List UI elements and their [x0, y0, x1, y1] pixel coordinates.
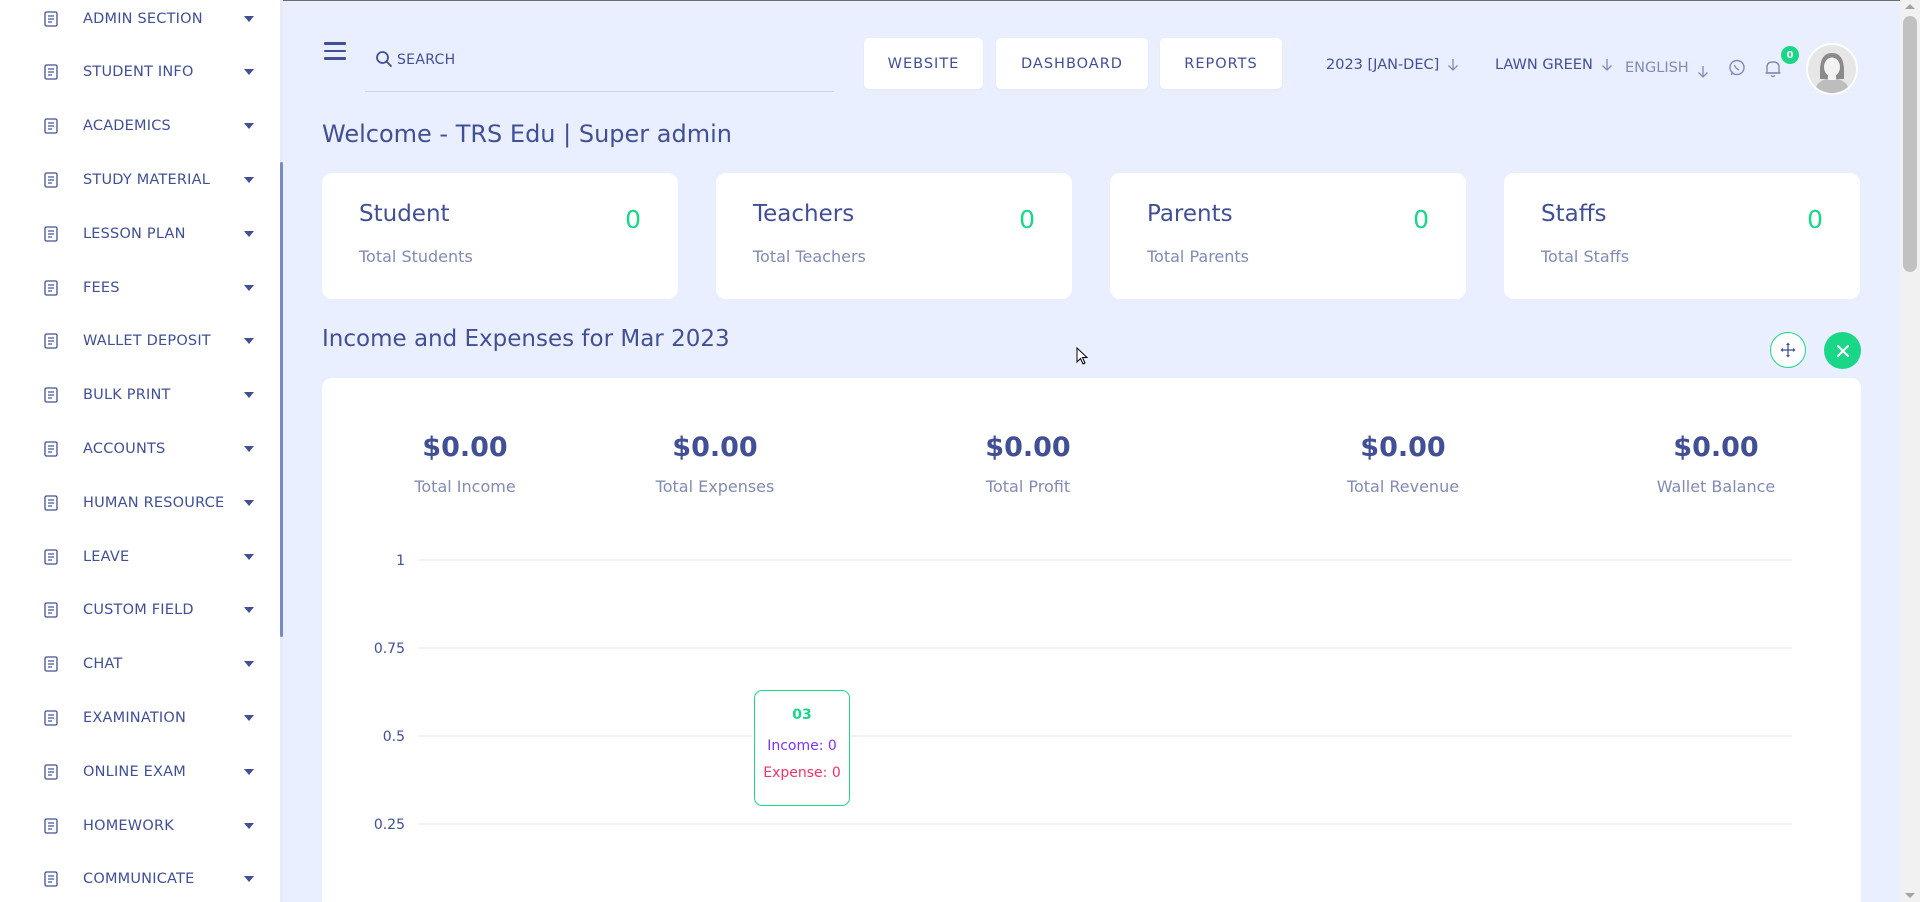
sidebar-item-study-material[interactable]: STUDY MATERIAL	[0, 153, 275, 206]
sidebar-item-bulk-print[interactable]: BULK PRINT	[0, 369, 275, 422]
scroll-up-icon[interactable]	[1905, 4, 1915, 9]
caret-down-icon	[244, 230, 254, 237]
caret-down-icon	[244, 338, 254, 345]
homework-icon	[41, 816, 61, 836]
caret-down-icon	[244, 714, 254, 721]
sidebar-item-label: WALLET DEPOSIT	[83, 333, 211, 350]
lesson-plan-icon	[41, 224, 61, 244]
sidebar-item-examination[interactable]: EXAMINATION	[0, 691, 275, 744]
sidebar-item-admin-section[interactable]: ADMIN SECTION	[0, 0, 275, 45]
sidebar-item-label: CUSTOM FIELD	[83, 602, 194, 619]
sidebar-item-label: EXAMINATION	[83, 709, 187, 726]
sidebar-item-online-exam[interactable]: ONLINE EXAM	[0, 745, 275, 798]
mouse-cursor-icon	[1076, 347, 1089, 365]
page-scrollbar[interactable]	[1900, 0, 1920, 902]
caret-down-icon	[244, 176, 254, 183]
sidebar-item-label: ACADEMICS	[83, 118, 171, 135]
student-icon	[41, 62, 61, 82]
sidebar-item-communicate[interactable]: COMMUNICATE	[0, 853, 275, 902]
page-scrollbar-thumb[interactable]	[1903, 16, 1917, 272]
sidebar-item-human-resource[interactable]: HUMAN RESOURCE	[0, 476, 275, 529]
human-resource-icon	[41, 493, 61, 513]
sidebar-item-custom-field[interactable]: CUSTOM FIELD	[0, 584, 275, 637]
sidebar-item-label: FEES	[83, 279, 120, 296]
sidebar-item-academics[interactable]: ACADEMICS	[0, 100, 275, 153]
caret-down-icon	[244, 768, 254, 775]
online-exam-icon	[41, 762, 61, 782]
sidebar-item-homework[interactable]: HOMEWORK	[0, 799, 275, 852]
sidebar-item-label: STUDY MATERIAL	[83, 171, 210, 188]
sidebar-item-accounts[interactable]: ACCOUNTS	[0, 422, 275, 475]
sidebar-item-label: LEAVE	[83, 548, 130, 565]
sidebar-item-label: ONLINE EXAM	[83, 763, 186, 780]
sidebar-item-label: BULK PRINT	[83, 387, 171, 404]
sidebar-item-leave[interactable]: LEAVE	[0, 530, 275, 583]
caret-down-icon	[244, 499, 254, 506]
caret-down-icon	[244, 15, 254, 22]
chat-icon	[41, 654, 61, 674]
caret-down-icon	[244, 553, 254, 560]
sidebar-item-wallet-deposit[interactable]: WALLET DEPOSIT	[0, 315, 275, 368]
sidebar-item-label: ACCOUNTS	[83, 440, 166, 457]
fees-icon	[41, 278, 61, 298]
sidebar-item-chat[interactable]: CHAT	[0, 638, 275, 691]
sidebar-item-student-info[interactable]: STUDENT INFO	[0, 46, 275, 99]
caret-down-icon	[244, 123, 254, 130]
caret-down-icon	[244, 607, 254, 614]
scroll-down-icon[interactable]	[1905, 893, 1915, 898]
sidebar: ADMIN SECTION STUDENT INFO ACADEMICS STUDY …	[0, 0, 282, 902]
sidebar-item-lesson-plan[interactable]: LESSON PLAN	[0, 207, 275, 260]
caret-down-icon	[244, 284, 254, 291]
leave-icon	[41, 547, 61, 567]
admin-icon	[41, 9, 61, 29]
sidebar-item-label: CHAT	[83, 656, 123, 673]
sidebar-item-label: COMMUNICATE	[83, 871, 195, 888]
caret-down-icon	[244, 69, 254, 76]
sidebar-item-label: ADMIN SECTION	[83, 10, 203, 27]
y-tick-label: 1	[396, 553, 405, 569]
main-content: WEBSITE DASHBOARD REPORTS 2023 [JAN-DEC]…	[283, 0, 1900, 902]
wallet-icon	[41, 331, 61, 351]
tooltip-income: Income: 0	[767, 738, 837, 754]
caret-down-icon	[244, 822, 254, 829]
y-tick-label: 0.75	[374, 641, 405, 657]
examination-icon	[41, 708, 61, 728]
sidebar-item-label: HUMAN RESOURCE	[83, 494, 225, 511]
sidebar-item-label: LESSON PLAN	[83, 225, 186, 242]
y-tick-label: 0.5	[383, 729, 405, 745]
accounts-icon	[41, 439, 61, 459]
tooltip-label: 03	[792, 707, 812, 723]
sidebar-item-fees[interactable]: FEES	[0, 261, 275, 314]
bulk-print-icon	[41, 385, 61, 405]
sidebar-item-label: HOMEWORK	[83, 817, 174, 834]
y-tick-label: 0.25	[374, 817, 405, 833]
sidebar-item-label: STUDENT INFO	[83, 64, 194, 81]
study-material-icon	[41, 170, 61, 190]
communicate-icon	[41, 869, 61, 889]
caret-down-icon	[244, 445, 254, 452]
chart-tooltip: 03 Income: 0 Expense: 0	[754, 690, 850, 806]
caret-down-icon	[244, 876, 254, 883]
caret-down-icon	[244, 661, 254, 668]
tooltip-expense: Expense: 0	[763, 765, 841, 781]
caret-down-icon	[244, 392, 254, 399]
custom-field-icon	[41, 600, 61, 620]
income-expense-chart: 1 0.75 0.5 0.25	[374, 553, 1792, 833]
academics-icon	[41, 116, 61, 136]
